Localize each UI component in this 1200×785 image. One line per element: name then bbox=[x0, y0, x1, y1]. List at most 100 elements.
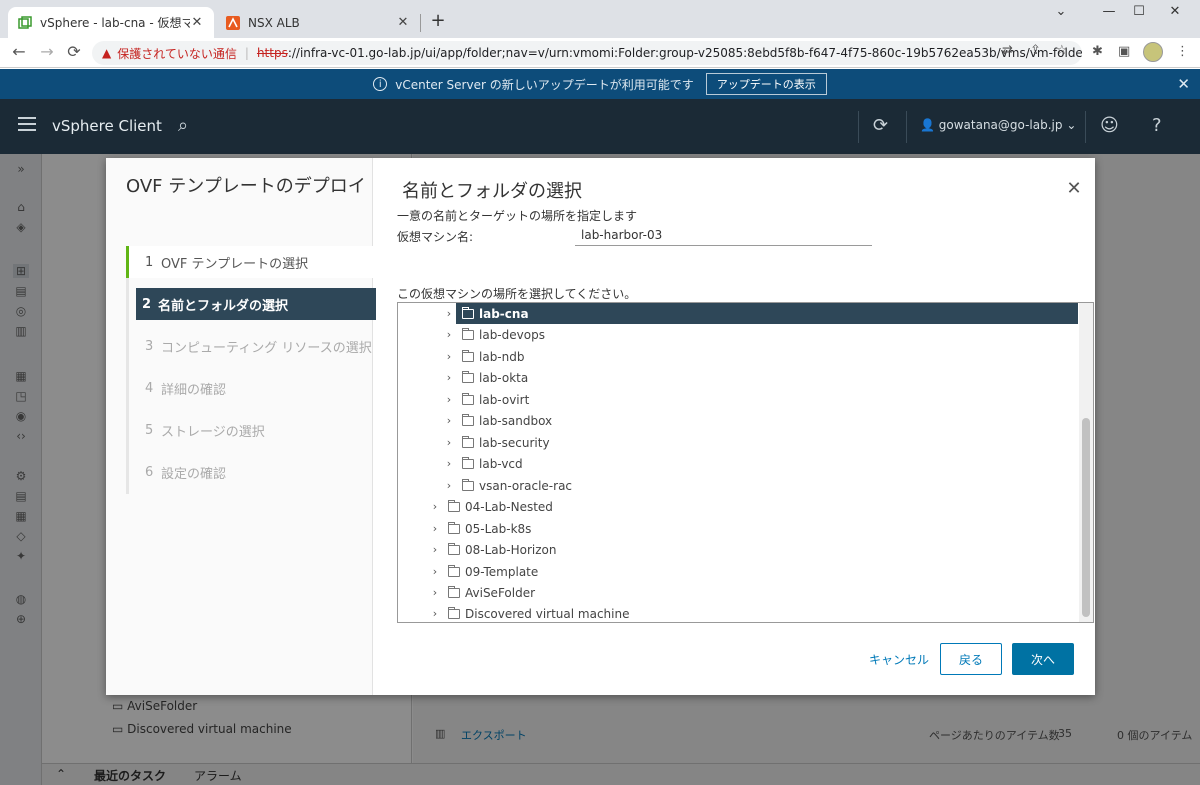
step-number: 5 bbox=[145, 422, 154, 438]
extensions-icon[interactable]: ✱ bbox=[1092, 44, 1103, 59]
bookmark-star-icon[interactable]: ☆ bbox=[1056, 43, 1068, 58]
folder-label: AviSeFolder bbox=[465, 585, 536, 600]
folder-tree-row[interactable]: › lab-ovirt bbox=[398, 389, 1078, 410]
close-window-button[interactable]: ✕ bbox=[1160, 4, 1190, 19]
chevron-right-icon[interactable]: › bbox=[428, 522, 442, 535]
view-update-button[interactable]: アップデートの表示 bbox=[705, 73, 827, 95]
folder-tree-row[interactable]: › lab-okta bbox=[398, 367, 1078, 388]
folder-tree-row[interactable]: › lab-cna bbox=[398, 303, 1078, 324]
security-status[interactable]: 保護されていない通信 bbox=[117, 45, 237, 62]
scrollbar-thumb[interactable] bbox=[1082, 418, 1090, 617]
translate-icon[interactable]: ⇄ bbox=[1002, 43, 1013, 58]
hamburger-menu-icon[interactable] bbox=[18, 117, 36, 131]
chevron-right-icon[interactable]: › bbox=[442, 328, 456, 341]
step-ready-complete: 6 設定の確認 bbox=[129, 456, 376, 488]
folder-icon bbox=[462, 456, 474, 469]
step-number: 2 bbox=[142, 296, 152, 312]
maximize-button[interactable]: ☐ bbox=[1124, 4, 1154, 19]
folder-row-label-wrap: lab-ndb bbox=[456, 346, 1078, 367]
folder-icon bbox=[462, 327, 474, 340]
cancel-button[interactable]: キャンセル bbox=[864, 643, 934, 675]
step-label: 名前とフォルダの選択 bbox=[158, 298, 289, 314]
minimize-button[interactable]: — bbox=[1094, 4, 1124, 19]
folder-tree-row[interactable]: › lab-devops bbox=[398, 324, 1078, 345]
chevron-right-icon[interactable]: › bbox=[428, 500, 442, 513]
banner-close-icon[interactable]: ✕ bbox=[1177, 75, 1190, 93]
search-icon[interactable]: ⌕ bbox=[178, 115, 188, 136]
folder-row-label-wrap: lab-okta bbox=[456, 367, 1078, 388]
chevron-right-icon[interactable]: › bbox=[428, 607, 442, 620]
url-omnibox[interactable]: ▲ 保護されていない通信 | https ://infra-vc-01.go-l… bbox=[92, 41, 1082, 65]
profile-avatar[interactable] bbox=[1143, 42, 1163, 62]
wizard-steps: 1 OVF テンプレートの選択 2 名前とフォルダの選択 3 コンピューティング リソ… bbox=[126, 246, 376, 494]
side-panel-icon[interactable]: ▣ bbox=[1118, 44, 1130, 59]
chevron-right-icon[interactable]: › bbox=[442, 479, 456, 492]
menu-kebab-icon[interactable]: ⋮ bbox=[1176, 44, 1189, 59]
step-label: ストレージの選択 bbox=[161, 424, 265, 440]
header-divider bbox=[906, 111, 907, 143]
next-button[interactable]: 次へ bbox=[1012, 643, 1074, 675]
folder-tree[interactable]: › lab-cna › lab-devops › lab-ndb › lab-o… bbox=[397, 302, 1094, 623]
chevron-right-icon[interactable]: › bbox=[442, 457, 456, 470]
back-button[interactable]: 戻る bbox=[940, 643, 1002, 675]
chevron-right-icon[interactable]: › bbox=[442, 307, 456, 320]
folder-label: lab-vcd bbox=[479, 456, 523, 471]
step-select-ovf[interactable]: 1 OVF テンプレートの選択 bbox=[126, 246, 373, 278]
chevron-right-icon[interactable]: › bbox=[428, 543, 442, 556]
chevron-down-icon[interactable]: ⌄ bbox=[1046, 4, 1076, 19]
folder-tree-row[interactable]: › Discovered virtual machine bbox=[398, 603, 1078, 622]
folder-tree-row[interactable]: › 04-Lab-Nested bbox=[398, 496, 1078, 517]
folder-tree-row[interactable]: › 08-Lab-Horizon bbox=[398, 539, 1078, 560]
tab-nsx-alb[interactable]: NSX ALB ✕ bbox=[216, 7, 420, 38]
chevron-right-icon[interactable]: › bbox=[442, 371, 456, 384]
vm-name-input[interactable] bbox=[575, 225, 872, 246]
feedback-smiley-icon[interactable]: ☺ bbox=[1100, 115, 1119, 136]
share-icon[interactable]: ⇪ bbox=[1030, 43, 1041, 58]
forward-button[interactable]: → bbox=[36, 42, 58, 61]
chevron-right-icon[interactable]: › bbox=[442, 436, 456, 449]
chevron-right-icon[interactable]: › bbox=[442, 414, 456, 427]
folder-tree-row[interactable]: › lab-vcd bbox=[398, 453, 1078, 474]
folder-tree-row[interactable]: › vsan-oracle-rac bbox=[398, 475, 1078, 496]
folder-label: lab-ovirt bbox=[479, 392, 530, 407]
folder-label: 04-Lab-Nested bbox=[465, 499, 553, 514]
reload-button[interactable]: ⟳ bbox=[63, 42, 85, 61]
tab-close-icon[interactable]: ✕ bbox=[190, 15, 204, 30]
user-name: gowatana@go-lab.jp bbox=[938, 118, 1063, 132]
url-scheme: https bbox=[256, 46, 288, 60]
vsphere-header: vSphere Client ⌕ ⟳ 👤 gowatana@go-lab.jp … bbox=[0, 99, 1200, 154]
chevron-right-icon[interactable]: › bbox=[442, 350, 456, 363]
page-title: 名前とフォルダの選択 bbox=[402, 181, 582, 202]
new-tab-button[interactable]: + bbox=[428, 10, 448, 31]
refresh-icon[interactable]: ⟳ bbox=[873, 115, 888, 136]
folder-tree-row[interactable]: › lab-ndb bbox=[398, 346, 1078, 367]
tab-vsphere[interactable]: vSphere - lab-cna - 仮想マシン フォ ✕ bbox=[8, 7, 214, 38]
folder-tree-row[interactable]: › 09-Template bbox=[398, 561, 1078, 582]
browser-tabstrip: vSphere - lab-cna - 仮想マシン フォ ✕ NSX ALB ✕… bbox=[0, 0, 1200, 38]
vsphere-favicon-icon bbox=[18, 15, 32, 30]
close-icon[interactable]: ✕ bbox=[1064, 178, 1084, 199]
folder-row-label-wrap: lab-ovirt bbox=[456, 389, 1078, 410]
folder-tree-row[interactable]: › lab-sandbox bbox=[398, 410, 1078, 431]
folder-icon bbox=[462, 349, 474, 362]
wizard-content: 名前とフォルダの選択 ✕ 一意の名前とターゲットの場所を指定します 仮想マシン名… bbox=[374, 158, 1095, 695]
folder-label: 09-Template bbox=[465, 564, 539, 579]
folder-label: lab-ndb bbox=[479, 349, 525, 364]
page-subtitle: 一意の名前とターゲットの場所を指定します bbox=[397, 209, 638, 223]
step-name-folder[interactable]: 2 名前とフォルダの選択 bbox=[136, 288, 376, 320]
scrollbar[interactable] bbox=[1079, 303, 1093, 622]
help-icon[interactable]: ? bbox=[1152, 115, 1162, 136]
folder-tree-row[interactable]: › lab-security bbox=[398, 432, 1078, 453]
folder-row-label-wrap: lab-vcd bbox=[456, 453, 1078, 474]
folder-tree-row[interactable]: › AviSeFolder bbox=[398, 582, 1078, 603]
chevron-right-icon[interactable]: › bbox=[442, 393, 456, 406]
tab-close-icon[interactable]: ✕ bbox=[396, 15, 410, 30]
warning-icon[interactable]: ▲ bbox=[102, 46, 111, 60]
folder-tree-row[interactable]: › 05-Lab-k8s bbox=[398, 518, 1078, 539]
user-menu[interactable]: 👤 gowatana@go-lab.jp ⌄ bbox=[920, 118, 1076, 132]
back-button[interactable]: ← bbox=[8, 42, 30, 61]
chevron-right-icon[interactable]: › bbox=[428, 565, 442, 578]
app-title: vSphere Client bbox=[52, 117, 162, 135]
chevron-right-icon[interactable]: › bbox=[428, 586, 442, 599]
folder-icon bbox=[462, 435, 474, 448]
